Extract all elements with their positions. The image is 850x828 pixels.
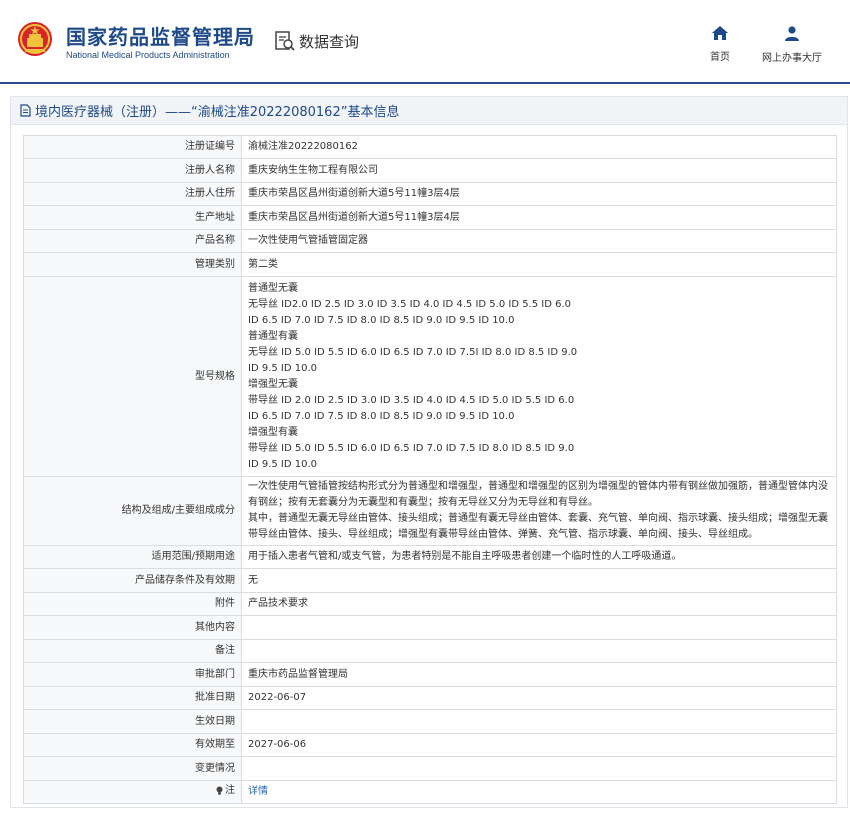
field-label: 注册人住所: [23, 182, 242, 206]
field-value: 重庆市荣昌区昌州街道创新大道5号11幢3层4层: [241, 205, 837, 230]
field-value: 第二类: [241, 252, 837, 277]
table-row: 生效日期: [23, 709, 837, 734]
data-query-label: 数据查询: [299, 32, 360, 51]
table-row: 附件 产品技术要求: [23, 592, 837, 616]
structure-line: 带导丝由管体、接头、导丝组成；增强型有囊带导丝由管体、弹簧、充气管、指示球囊、单…: [248, 529, 758, 540]
field-label: 注册证编号: [23, 135, 242, 159]
spec-line: 带导丝 ID 2.0 ID 2.5 ID 3.0 ID 3.5 ID 4.0 I…: [248, 394, 575, 406]
field-value: 重庆市荣昌区昌州街道创新大道5号11幢3层4层: [241, 182, 837, 206]
info-bulb-icon: [216, 786, 223, 795]
user-icon: [785, 26, 799, 41]
spec-line: 无导丝 ID 5.0 ID 5.5 ID 6.0 ID 6.5 ID 7.0 I…: [248, 346, 578, 358]
table-row: 注册证编号 渝械注准20222080162: [23, 135, 837, 159]
field-value: 重庆市药品监督管理局: [241, 662, 837, 687]
nav-home[interactable]: 首页: [704, 26, 736, 63]
table-row: 适用范围/预期用途 用于插入患者气管和/或支气管，为患者特别是不能自主呼吸患者创…: [23, 545, 837, 569]
national-emblem-icon: [18, 22, 52, 56]
field-value: 详情: [241, 780, 837, 804]
field-label: 结构及组成/主要组成成分: [23, 476, 242, 546]
structure-line: 其中，普通型无囊无导丝由管体、接头组成；普通型有囊无导丝由管体、套囊、充气管、单…: [248, 513, 828, 524]
field-value: 重庆安纳生生物工程有限公司: [241, 158, 837, 183]
spec-line: 普通型无囊: [248, 282, 298, 294]
field-label: 备注: [23, 639, 242, 663]
nav-home-label: 首页: [710, 52, 730, 63]
spec-line: ID 6.5 ID 7.0 ID 7.5 ID 8.0 ID 8.5 ID 9.…: [248, 314, 515, 326]
field-value: [241, 615, 837, 640]
field-label: 附件: [23, 592, 242, 616]
table-row: 审批部门 重庆市药品监督管理局: [23, 662, 837, 687]
info-table: 注册证编号 渝械注准20222080162 注册人名称 重庆安纳生生物工程有限公…: [23, 135, 837, 804]
site-header: 国家药品监督管理局 National Medical Products Admi…: [0, 0, 850, 84]
table-row: 有效期至 2027-06-06: [23, 733, 837, 757]
home-icon: [712, 26, 728, 40]
details-link[interactable]: 详情: [248, 786, 268, 797]
field-value: 2027-06-06: [241, 733, 837, 757]
spec-line: ID 9.5 ID 10.0: [248, 362, 318, 374]
table-row: 注册人名称 重庆安纳生生物工程有限公司: [23, 158, 837, 183]
data-query-link[interactable]: 数据查询: [274, 30, 359, 52]
table-row: 结构及组成/主要组成成分 一次性使用气管插管按结构形式分为普通型和增强型，普通型…: [23, 476, 837, 546]
field-label: 注册人名称: [23, 158, 242, 183]
table-row: 型号规格 普通型无囊 无导丝 ID2.0 ID 2.5 ID 3.0 ID 3.…: [23, 276, 837, 477]
spec-line: 增强型有囊: [248, 426, 298, 438]
table-row: 产品名称 一次性使用气管插管固定器: [23, 229, 837, 253]
field-label: 产品储存条件及有效期: [23, 568, 242, 593]
field-value: 渝械注准20222080162: [241, 135, 837, 159]
document-icon: [20, 104, 31, 117]
field-label: 生产地址: [23, 205, 242, 230]
field-value: [241, 756, 837, 781]
card-title: 境内医疗器械（注册）——“渝械注准20222080162”基本信息: [35, 105, 400, 120]
field-value: 一次性使用气管插管固定器: [241, 229, 837, 253]
field-label: 注: [225, 784, 235, 796]
spec-line: ID 9.5 ID 10.0: [248, 458, 318, 470]
spec-line: 增强型无囊: [248, 378, 298, 390]
field-label: 审批部门: [23, 662, 242, 687]
field-label: 有效期至: [23, 733, 242, 757]
spec-line: 带导丝 ID 5.0 ID 5.5 ID 6.0 ID 6.5 ID 7.0 I…: [248, 442, 575, 454]
field-value: 2022-06-07: [241, 686, 837, 710]
table-row: 产品储存条件及有效期 无: [23, 568, 837, 593]
nav-online-hall[interactable]: 网上办事大厅: [756, 26, 828, 64]
site-name-en[interactable]: National Medical Products Administration: [66, 50, 230, 60]
field-value: 用于插入患者气管和/或支气管，为患者特别是不能自主呼吸患者创建一个临时性的人工呼…: [241, 545, 837, 569]
field-label: 变更情况: [23, 756, 242, 781]
field-value: [241, 709, 837, 734]
field-value: 产品技术要求: [241, 592, 837, 616]
spec-line: ID 6.5 ID 7.0 ID 7.5 ID 8.0 ID 8.5 ID 9.…: [248, 410, 515, 422]
field-label: 适用范围/预期用途: [23, 545, 242, 569]
field-value: 普通型无囊 无导丝 ID2.0 ID 2.5 ID 3.0 ID 3.5 ID …: [241, 276, 837, 477]
field-value: [241, 639, 837, 663]
field-value: 无: [241, 568, 837, 593]
field-label: 产品名称: [23, 229, 242, 253]
structure-line: 一次性使用气管插管按结构形式分为普通型和增强型，普通型和增强型的区别为增强型的管…: [248, 481, 828, 492]
structure-line: 有钢丝；按有无套囊分为无囊型和有囊型；按有无导丝又分为无导丝和有导丝。: [248, 497, 598, 508]
spec-line: 普通型有囊: [248, 330, 298, 342]
field-label: 型号规格: [23, 276, 242, 477]
nav-online-hall-label: 网上办事大厅: [762, 53, 822, 64]
table-row: 备注: [23, 639, 837, 663]
table-row: 生产地址 重庆市荣昌区昌州街道创新大道5号11幢3层4层: [23, 205, 837, 230]
site-name-cn[interactable]: 国家药品监督管理局: [66, 21, 255, 50]
table-row: 其他内容: [23, 615, 837, 640]
card-title-bar: 境内医疗器械（注册）——“渝械注准20222080162”基本信息: [11, 97, 847, 125]
field-label: 管理类别: [23, 252, 242, 277]
field-label: 批准日期: [23, 686, 242, 710]
note-label-cell: 注: [23, 780, 242, 804]
table-row: 变更情况: [23, 756, 837, 781]
spec-line: 无导丝 ID2.0 ID 2.5 ID 3.0 ID 3.5 ID 4.0 ID…: [248, 298, 572, 310]
table-row: 批准日期 2022-06-07: [23, 686, 837, 710]
table-row: 注 详情: [23, 780, 837, 804]
field-label: 其他内容: [23, 615, 242, 640]
table-row: 管理类别 第二类: [23, 252, 837, 277]
detail-card: 境内医疗器械（注册）——“渝械注准20222080162”基本信息 注册证编号 …: [10, 96, 848, 808]
field-value: 一次性使用气管插管按结构形式分为普通型和增强型，普通型和增强型的区别为增强型的管…: [241, 476, 837, 546]
table-row: 注册人住所 重庆市荣昌区昌州街道创新大道5号11幢3层4层: [23, 182, 837, 206]
document-search-icon: [275, 31, 295, 51]
field-label: 生效日期: [23, 709, 242, 734]
